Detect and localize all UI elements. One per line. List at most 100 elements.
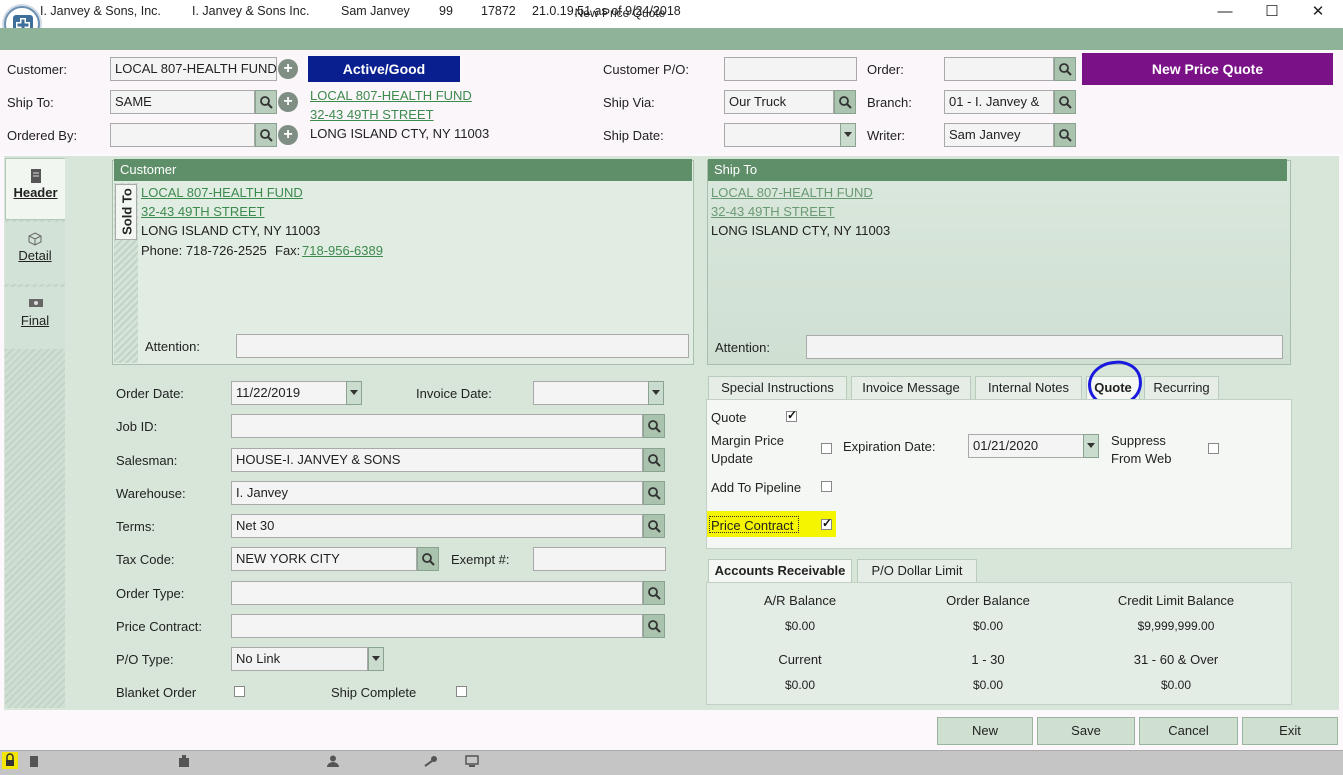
toolbar-strip [0, 28, 1343, 50]
customer-input[interactable]: LOCAL 807-HEALTH FUND [110, 57, 277, 81]
search-icon[interactable] [255, 90, 277, 114]
exempt-label: Exempt #: [451, 552, 510, 567]
search-icon[interactable] [1054, 90, 1076, 114]
customer-city: LONG ISLAND CTY, NY 11003 [141, 223, 321, 238]
tab-invoice-message[interactable]: Invoice Message [851, 376, 971, 400]
customer-street-link[interactable]: 32-43 49TH STREET [141, 204, 265, 219]
aging-31-over-label: 31 - 60 & Over [1133, 652, 1219, 667]
ship-via-label: Ship Via: [603, 95, 655, 110]
order-input[interactable] [944, 57, 1054, 81]
search-icon[interactable] [643, 448, 665, 472]
customer-label: Customer: [7, 62, 67, 77]
search-icon[interactable] [643, 414, 665, 438]
shipto-attention-input[interactable] [806, 335, 1283, 359]
search-icon[interactable] [1054, 57, 1076, 81]
shipto-name-link[interactable]: LOCAL 807-HEALTH FUND [711, 185, 873, 200]
ship-to-input[interactable]: SAME [110, 90, 255, 114]
address-line-2[interactable]: 32-43 49TH STREET [310, 107, 434, 122]
ordered-by-input[interactable] [110, 123, 255, 147]
search-icon[interactable] [643, 581, 665, 605]
ship-via-input[interactable]: Our Truck [724, 90, 834, 114]
exit-button[interactable]: Exit [1242, 717, 1338, 745]
add-ordered-by-icon[interactable]: + [278, 125, 298, 145]
ship-date-label: Ship Date: [603, 128, 664, 143]
credit-limit-value: $9,999,999.00 [1137, 619, 1215, 633]
chevron-down-icon[interactable] [840, 123, 856, 147]
quote-checkbox[interactable] [786, 408, 797, 422]
sold-to-tab: Sold To [115, 184, 137, 240]
terms-input[interactable]: Net 30 [231, 514, 643, 538]
maximize-button[interactable]: ☐ [1249, 0, 1295, 26]
ship-date-input[interactable] [724, 123, 841, 147]
suppress-from-web-checkbox[interactable] [1208, 443, 1219, 454]
exempt-input[interactable] [533, 547, 666, 571]
customer-phone: Phone: 718-726-2525 [141, 243, 267, 258]
add-customer-icon[interactable]: + [278, 59, 298, 79]
tax-code-input[interactable]: NEW YORK CITY [231, 547, 417, 571]
branch-input[interactable]: 01 - I. Janvey & [944, 90, 1054, 114]
tab-recurring[interactable]: Recurring [1144, 376, 1219, 400]
tab-internal-notes[interactable]: Internal Notes [975, 376, 1082, 400]
margin-price-update-checkbox[interactable] [821, 443, 832, 454]
salesman-input[interactable]: HOUSE-I. JANVEY & SONS [231, 448, 643, 472]
po-type-select[interactable]: No Link [231, 647, 368, 671]
ar-balance-label: A/R Balance [763, 593, 837, 608]
warehouse-input[interactable]: I. Janvey [231, 481, 643, 505]
chevron-down-icon[interactable] [368, 647, 384, 671]
status-bar [0, 750, 1343, 775]
tab-header[interactable]: Header [5, 158, 65, 220]
customer-name-link[interactable]: LOCAL 807-HEALTH FUND [141, 185, 303, 200]
add-ship-to-icon[interactable]: + [278, 92, 298, 112]
search-icon[interactable] [643, 614, 665, 638]
chevron-down-icon[interactable] [1083, 434, 1099, 458]
tab-detail[interactable]: Detail [5, 222, 65, 284]
writer-input[interactable]: Sam Janvey [944, 123, 1054, 147]
customer-attention-input[interactable] [236, 334, 689, 358]
order-type-label: Order Type: [116, 586, 185, 601]
invoice-date-input[interactable] [533, 381, 649, 405]
shipto-city: LONG ISLAND CTY, NY 11003 [711, 223, 891, 238]
blanket-order-checkbox[interactable] [234, 686, 245, 697]
customer-po-input[interactable] [724, 57, 857, 81]
price-contract-input[interactable] [231, 614, 643, 638]
tab-accounts-receivable[interactable]: Accounts Receivable [708, 559, 852, 583]
expiration-date-label: Expiration Date: [843, 439, 936, 454]
branch-label: Branch: [867, 95, 912, 110]
close-button[interactable]: ✕ [1295, 0, 1341, 26]
search-icon[interactable] [1054, 123, 1076, 147]
tab-special-instructions[interactable]: Special Instructions [708, 376, 847, 400]
customer-fax-link[interactable]: 718-956-6389 [302, 243, 383, 258]
job-id-input[interactable] [231, 414, 643, 438]
search-icon[interactable] [255, 123, 277, 147]
user-icon [327, 755, 339, 770]
tab-po-dollar-limit[interactable]: P/O Dollar Limit [857, 559, 977, 583]
search-icon[interactable] [643, 514, 665, 538]
ship-complete-checkbox[interactable] [456, 686, 467, 697]
order-type-input[interactable] [231, 581, 643, 605]
terminal-icon [465, 755, 479, 770]
save-button[interactable]: Save [1037, 717, 1135, 745]
lock-icon [2, 752, 18, 769]
order-date-input[interactable]: 11/22/2019 [231, 381, 347, 405]
add-to-pipeline-checkbox[interactable] [821, 481, 832, 492]
search-icon[interactable] [834, 90, 856, 114]
ship-to-label: Ship To: [7, 95, 54, 110]
status-company-1: I. Janvey & Sons, Inc. [40, 4, 161, 18]
price-contract-checkbox[interactable] [821, 516, 832, 530]
document-icon [29, 169, 43, 183]
suppress-label-1: Suppress [1111, 433, 1166, 448]
cancel-button[interactable]: Cancel [1139, 717, 1238, 745]
chevron-down-icon[interactable] [346, 381, 362, 405]
price-contract-label: Price Contract: [116, 619, 202, 634]
address-line-1[interactable]: LOCAL 807-HEALTH FUND [310, 88, 472, 103]
search-icon[interactable] [643, 481, 665, 505]
new-button[interactable]: New [937, 717, 1033, 745]
status-key-count: 99 [439, 4, 453, 18]
expiration-date-input[interactable]: 01/21/2020 [968, 434, 1084, 458]
cube-icon [28, 232, 42, 246]
minimize-button[interactable]: — [1202, 0, 1248, 26]
shipto-street-link[interactable]: 32-43 49TH STREET [711, 204, 835, 219]
tab-final[interactable]: Final [5, 287, 65, 349]
chevron-down-icon[interactable] [648, 381, 664, 405]
search-icon[interactable] [417, 547, 439, 571]
